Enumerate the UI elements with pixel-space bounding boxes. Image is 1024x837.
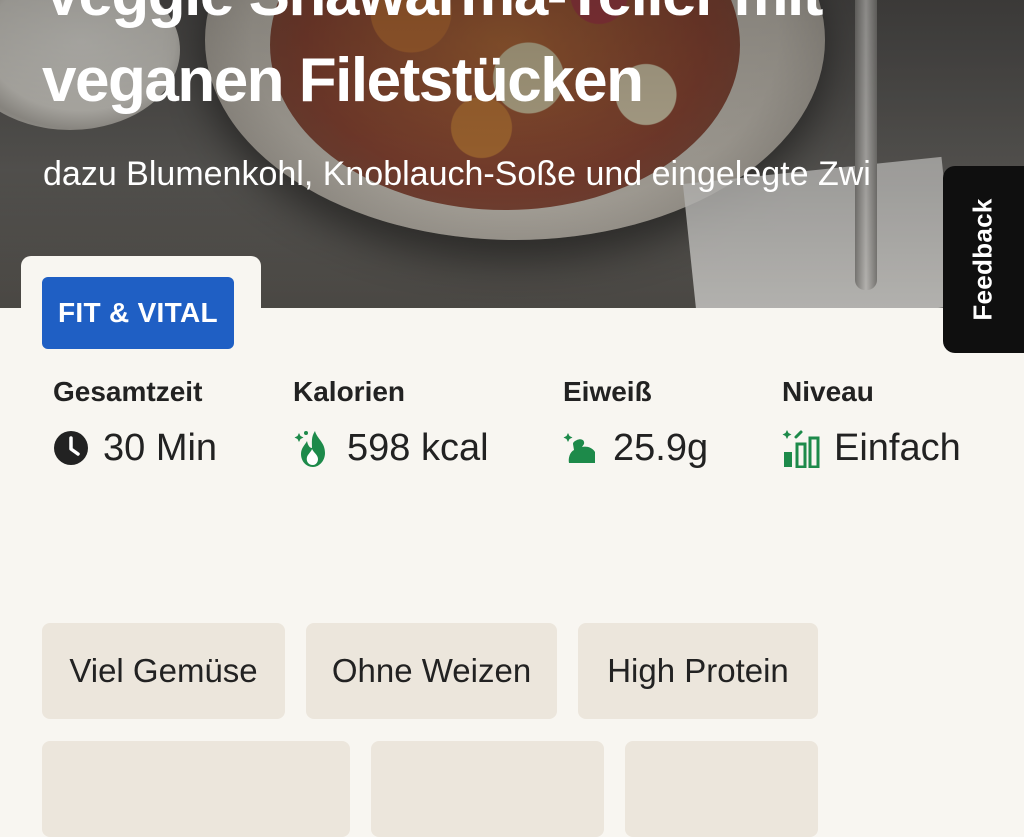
stat-label: Kalorien	[293, 376, 406, 407]
recipe-title-line1: Veggie Shawarma-Teller mit	[42, 0, 823, 29]
tag-high-protein[interactable]: High Protein	[578, 623, 818, 719]
tag-item[interactable]	[371, 741, 604, 837]
stat-difficulty: Niveau Einfach	[782, 374, 961, 468]
feedback-tab[interactable]: Feedback	[943, 166, 1024, 353]
stat-value: Einfach	[834, 427, 961, 469]
stat-calories: Kalorien 598 kcal	[293, 374, 489, 468]
tag-item[interactable]	[625, 741, 818, 837]
stat-value: 30 Min	[103, 427, 218, 469]
difficulty-bars-icon	[782, 428, 822, 468]
recipe-subtitle: dazu Blumenkohl, Knoblauch-Soße und eing…	[43, 155, 871, 193]
stat-label: Niveau	[782, 376, 874, 407]
recipe-title: Veggie Shawarma-Teller mit veganen Filets…	[42, 0, 823, 124]
muscle-icon	[563, 430, 599, 466]
stat-protein: Eiweiß 25.9g	[563, 374, 708, 468]
stat-total-time: Gesamtzeit 30 Min	[53, 374, 217, 468]
stat-value: 598 kcal	[347, 427, 489, 469]
stat-label: Eiweiß	[563, 376, 652, 407]
tag-ohne-weizen[interactable]: Ohne Weizen	[306, 623, 557, 719]
feedback-label: Feedback	[968, 198, 999, 321]
clock-icon	[53, 430, 89, 466]
stat-value: 25.9g	[613, 427, 709, 469]
tag-item[interactable]	[42, 741, 350, 837]
stat-label: Gesamtzeit	[53, 376, 203, 407]
fit-vital-badge[interactable]: FIT & VITAL	[42, 277, 234, 349]
flame-icon	[293, 427, 335, 469]
tag-viel-gemuese[interactable]: Viel Gemüse	[42, 623, 285, 719]
recipe-title-line2: veganen Filetstücken	[42, 46, 644, 115]
